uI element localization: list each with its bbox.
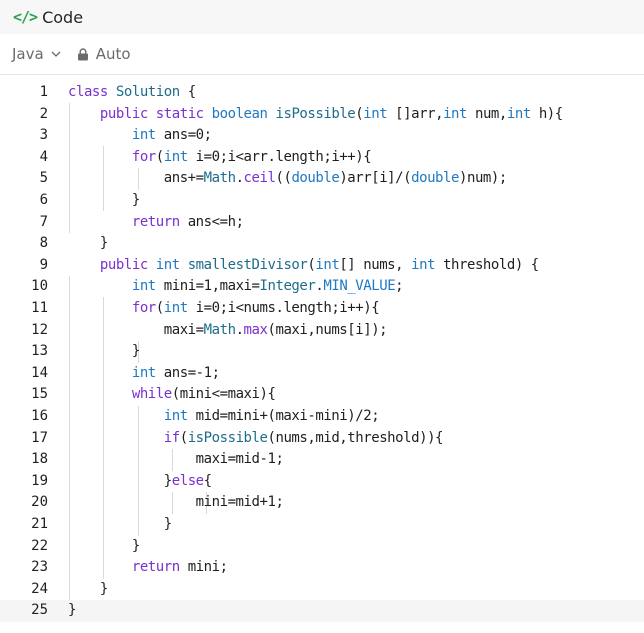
code-line[interactable]: 16 int mid=mini+(maxi-mini)/2; (0, 406, 644, 428)
code-text: return mini; (131, 559, 228, 576)
code-line[interactable]: 6 } (0, 190, 644, 212)
code-text: int ans=-1; (131, 364, 220, 381)
auto-mode-label: Auto (95, 45, 131, 63)
code-line[interactable]: 20 mini=mid+1; (0, 492, 644, 514)
code-text: maxi=Math.max(maxi,nums[i]); (68, 321, 388, 338)
line-number: 1 (39, 84, 48, 100)
code-line[interactable]: 9 public int smallestDivisor(int[] nums,… (0, 255, 644, 277)
code-line[interactable]: 8 } (0, 233, 644, 255)
code-text: mini=mid+1; (68, 494, 284, 511)
code-line[interactable]: 21 } (0, 514, 644, 536)
code-line[interactable]: 18 maxi=mid-1; (0, 449, 644, 471)
line-number: 25 (31, 602, 48, 619)
line-number: 23 (31, 559, 48, 576)
code-line[interactable]: 7 return ans<=h; (0, 212, 644, 234)
line-number: 11 (31, 300, 48, 316)
code-line[interactable]: 3 int ans=0; (0, 125, 644, 147)
code-text: int mini=1,maxi=Integer.MIN_VALUE; (131, 278, 404, 295)
code-text: } (68, 192, 140, 208)
line-number: 18 (31, 451, 48, 468)
code-line[interactable]: 22 } (0, 536, 644, 558)
code-line[interactable]: 14 int ans=-1; (0, 363, 644, 385)
line-number: 13 (31, 343, 48, 360)
lock-icon (77, 47, 88, 60)
line-number: 6 (39, 192, 48, 208)
language-label: Java (12, 45, 44, 63)
code-text: } (68, 537, 140, 554)
auto-mode[interactable]: Auto (77, 45, 131, 63)
code-text: if(isPossible(nums,mid,threshold)){ (163, 429, 444, 446)
code-line[interactable]: 5 ans+=Math.ceil((double)arr[i]/(double)… (0, 168, 644, 190)
line-number: 17 (31, 429, 48, 446)
chevron-down-icon (51, 51, 61, 57)
code-text: return ans<=h; (131, 213, 244, 230)
code-line[interactable]: 17 if(isPossible(nums,mid,threshold)){ (0, 428, 644, 450)
line-number: 24 (31, 580, 48, 597)
code-line[interactable]: 25} (0, 600, 644, 622)
line-number: 3 (39, 127, 48, 144)
line-number: 8 (39, 235, 48, 252)
code-text: int ans=0; (131, 127, 212, 144)
editor-toolbar: Java Auto (0, 34, 644, 75)
language-selector[interactable]: Java (12, 45, 61, 63)
code-text: } (68, 602, 76, 619)
code-text: for(int i=0;i<nums.length;i++){ (131, 300, 380, 316)
code-line[interactable]: 4 for(int i=0;i<arr.length;i++){ (0, 147, 644, 169)
code-line[interactable]: 1 class Solution { (0, 82, 644, 104)
code-line[interactable]: 10 int mini=1,maxi=Integer.MIN_VALUE; (0, 276, 644, 298)
line-number: 15 (31, 386, 48, 403)
code-text: public static boolean isPossible(int []a… (99, 105, 563, 122)
line-number: 5 (39, 170, 48, 187)
code-panel-header: </> Code (0, 0, 644, 34)
code-text: class Solution { (68, 84, 196, 100)
line-number: 19 (31, 472, 48, 489)
code-text: ans+=Math.ceil((double)arr[i]/(double)nu… (68, 170, 508, 187)
code-text: public int smallestDivisor(int[] nums, i… (99, 256, 539, 273)
panel-title: Code (42, 7, 84, 27)
line-number: 16 (31, 408, 48, 424)
line-number: 4 (39, 148, 48, 165)
line-number: 10 (31, 278, 48, 295)
code-line[interactable]: 19 }else{ (0, 471, 644, 493)
code-text: while(mini<=maxi){ (131, 386, 276, 403)
line-number: 22 (31, 537, 48, 554)
code-text: } (68, 580, 108, 597)
code-line[interactable]: 12 maxi=Math.max(maxi,nums[i]); (0, 320, 644, 342)
line-number: 7 (39, 213, 48, 230)
line-number: 2 (39, 105, 48, 122)
line-number: 12 (31, 321, 48, 338)
code-line[interactable]: 24 } (0, 579, 644, 601)
code-line[interactable]: 15 while(mini<=maxi){ (0, 384, 644, 406)
code-text: } (68, 235, 108, 252)
line-number: 21 (31, 516, 48, 532)
line-number: 14 (31, 364, 48, 381)
code-text: maxi=mid-1; (68, 451, 284, 468)
code-text: } (68, 516, 172, 532)
code-line[interactable]: 11 for(int i=0;i<nums.length;i++){ (0, 298, 644, 320)
code-text: }else{ (68, 472, 212, 489)
code-editor[interactable]: 1 class Solution { 2 public static boolean… (0, 75, 644, 633)
code-line[interactable]: 23 return mini; (0, 557, 644, 579)
code-text: int mid=mini+(maxi-mini)/2; (163, 408, 380, 424)
code-text: for(int i=0;i<arr.length;i++){ (131, 148, 372, 165)
line-number: 9 (39, 256, 48, 273)
code-line[interactable]: 13 } (0, 341, 644, 363)
code-text: } (68, 343, 140, 360)
code-icon: </> (13, 8, 38, 26)
line-number: 20 (31, 494, 48, 511)
code-line[interactable]: 2 public static boolean isPossible(int [… (0, 104, 644, 126)
